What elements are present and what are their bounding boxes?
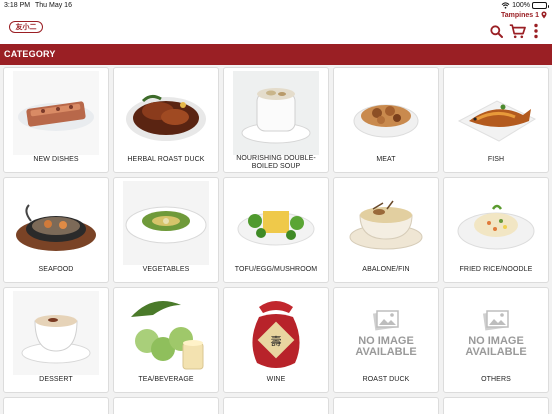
status-time: 3:18 PM xyxy=(4,2,31,9)
abalone-photo xyxy=(343,181,429,265)
category-tile-partial[interactable] xyxy=(3,397,109,414)
beverage-photo xyxy=(123,291,209,375)
category-label: WINE xyxy=(266,376,286,383)
category-tile-fish[interactable]: FISH xyxy=(443,67,549,173)
new-dishes-photo xyxy=(13,71,99,155)
herbal-roast-duck-photo xyxy=(123,71,209,155)
category-tile-partial[interactable] xyxy=(223,397,329,414)
category-tile-fried-rice-noodle[interactable]: FRIED RICE/NOODLE xyxy=(443,177,549,283)
category-tile-abalone-fin[interactable]: ABALONE/FIN xyxy=(333,177,439,283)
category-label: FRIED RICE/NOODLE xyxy=(459,266,533,273)
more-vertical-icon[interactable] xyxy=(533,23,539,39)
app-header: 友小二 Tampines 1 xyxy=(0,11,552,44)
category-tile-new-dishes[interactable]: NEW DISHES xyxy=(3,67,109,173)
vegetables-photo xyxy=(123,181,209,265)
category-tile-roast-duck[interactable]: NO IMAGE AVAILABLE ROAST DUCK xyxy=(333,287,439,393)
category-tile-vegetables[interactable]: VEGETABLES xyxy=(113,177,219,283)
category-label: ABALONE/FIN xyxy=(362,266,410,273)
category-label: SEAFOOD xyxy=(38,266,74,273)
category-tile-partial[interactable] xyxy=(113,397,219,414)
category-tile-partial[interactable] xyxy=(443,397,549,414)
category-tile-herbal-roast-duck[interactable]: HERBAL ROAST DUCK xyxy=(113,67,219,173)
meat-photo xyxy=(343,71,429,155)
search-icon[interactable] xyxy=(490,25,503,38)
category-label: TEA/BEVERAGE xyxy=(138,376,194,383)
category-tile-meat[interactable]: MEAT xyxy=(333,67,439,173)
no-image-placeholder: NO IMAGE AVAILABLE xyxy=(453,291,539,375)
category-grid: NEW DISHES HERBAL ROAST DUCK NOURISHING … xyxy=(0,65,552,414)
category-tile-tea-beverage[interactable]: TEA/BEVERAGE xyxy=(113,287,219,393)
category-label: TOFU/EGG/MUSHROOM xyxy=(234,266,318,273)
outlet-name: Tampines 1 xyxy=(501,11,539,19)
category-label: MEAT xyxy=(376,156,396,163)
category-tile-partial[interactable] xyxy=(333,397,439,414)
status-bar: 3:18 PM Thu May 16 100% xyxy=(0,0,552,11)
category-label: ROAST DUCK xyxy=(362,376,410,383)
no-image-placeholder: NO IMAGE AVAILABLE xyxy=(343,291,429,375)
category-label: DESSERT xyxy=(39,376,73,383)
no-image-line2: AVAILABLE xyxy=(355,346,417,358)
fried-rice-photo xyxy=(453,181,539,265)
outlet-selector[interactable]: Tampines 1 xyxy=(501,11,547,19)
tofu-photo xyxy=(233,181,319,265)
status-indicators: 100% xyxy=(501,0,549,11)
fish-photo xyxy=(453,71,539,155)
wifi-icon xyxy=(501,2,510,9)
cart-icon[interactable] xyxy=(509,24,526,39)
dessert-photo xyxy=(13,291,99,375)
category-label: VEGETABLES xyxy=(142,266,190,273)
category-tile-dessert[interactable]: DESSERT xyxy=(3,287,109,393)
seafood-photo xyxy=(13,181,99,265)
category-tile-seafood[interactable]: SEAFOOD xyxy=(3,177,109,283)
category-label: NOURISHING DOUBLE-BOILED SOUP xyxy=(236,155,316,170)
svg-text:壽: 壽 xyxy=(271,334,282,348)
battery-icon xyxy=(532,2,549,9)
no-image-line2: AVAILABLE xyxy=(465,346,527,358)
category-tile-tofu-egg-mushroom[interactable]: TOFU/EGG/MUSHROOM xyxy=(223,177,329,283)
status-date: Thu May 16 xyxy=(35,2,72,9)
wine-jar-photo: 壽 xyxy=(233,291,319,375)
category-label: NEW DISHES xyxy=(33,156,79,163)
brand-logo[interactable]: 友小二 xyxy=(9,21,43,33)
category-label: FISH xyxy=(487,156,505,163)
image-placeholder-icon xyxy=(482,310,509,331)
image-placeholder-icon xyxy=(372,310,399,331)
category-label: HERBAL ROAST DUCK xyxy=(127,156,205,163)
location-pin-icon xyxy=(541,11,547,19)
category-tile-others[interactable]: NO IMAGE AVAILABLE OTHERS xyxy=(443,287,549,393)
category-tile-nourishing-soup[interactable]: NOURISHING DOUBLE-BOILED SOUP xyxy=(223,67,329,173)
category-header: CATEGORY xyxy=(0,44,552,65)
category-tile-wine[interactable]: 壽 WINE xyxy=(223,287,329,393)
double-boiled-soup-photo xyxy=(233,71,319,155)
battery-percent: 100% xyxy=(512,2,530,9)
category-label: OTHERS xyxy=(481,376,511,383)
